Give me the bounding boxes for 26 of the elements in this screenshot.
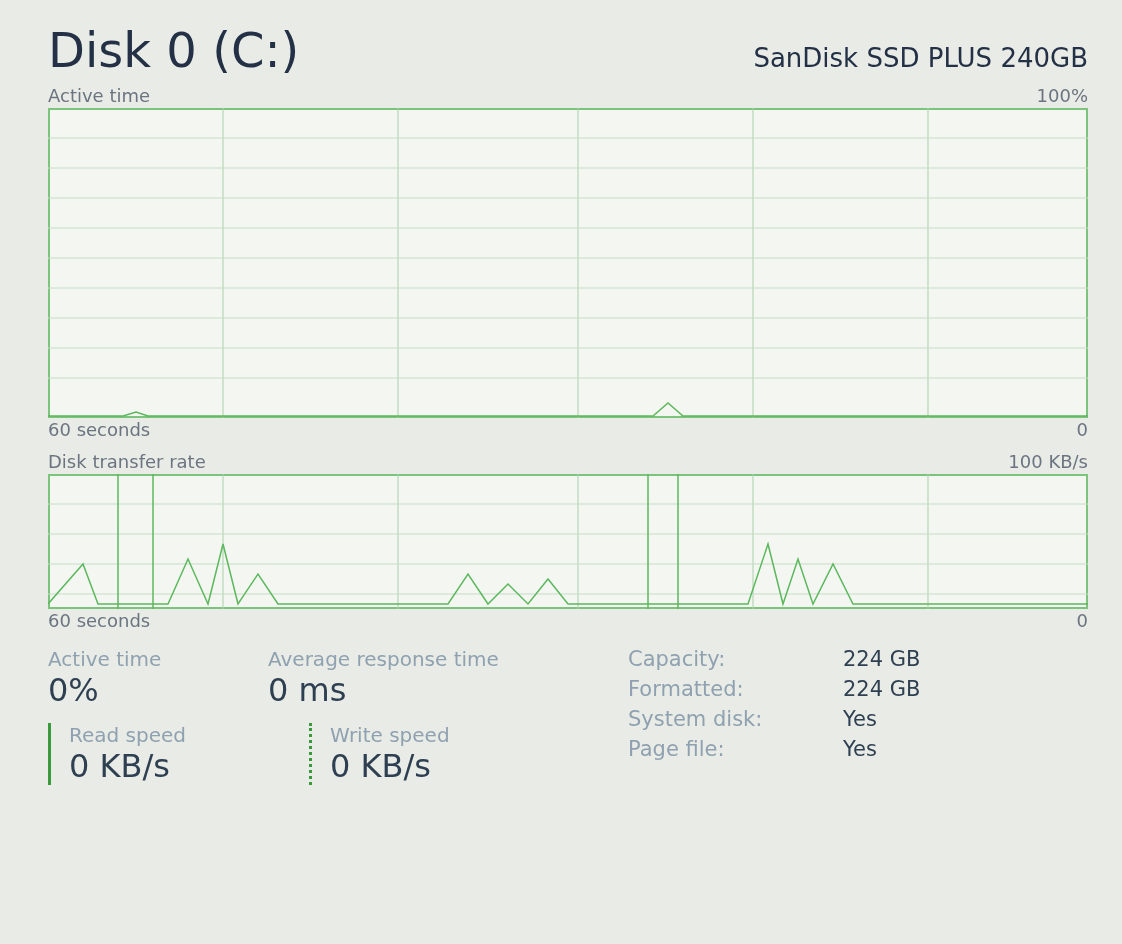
stat-label: Active time [48,647,163,671]
chart-label: Disk transfer rate [48,450,206,474]
chart-max-label: 100% [1036,84,1088,108]
chart-min-label: 0 [1076,609,1088,633]
property-value: 224 GB [843,647,921,671]
speed-value: 0 KB/s [69,747,171,785]
chart-label: Active time [48,84,151,108]
stat-value: 0 ms [268,671,348,709]
stat-label: Average response time [268,647,500,671]
disk-title: Disk 0 (C:) [48,22,300,78]
property-value: Yes [843,707,878,731]
chart-min-label: 0 [1076,418,1088,442]
property-value: Yes [843,737,878,761]
property-value: 224 GB [843,677,921,701]
property-label: Page file: [628,737,726,761]
property-label: System disk: [628,707,764,731]
speed-value: 0 KB/s [330,747,432,785]
speed-label: Write speed [330,723,451,747]
property-label: Formatted: [628,677,745,701]
property-label: Capacity: [628,647,727,671]
chart-max-label: 100 KB/s [1008,450,1088,474]
stat-value: 0% [48,671,100,709]
time-span-label: 60 seconds [48,418,151,442]
speed-label: Read speed [69,723,188,747]
disk-model: SanDisk SSD PLUS 240GB [753,43,1088,73]
time-span-label: 60 seconds [48,609,151,633]
